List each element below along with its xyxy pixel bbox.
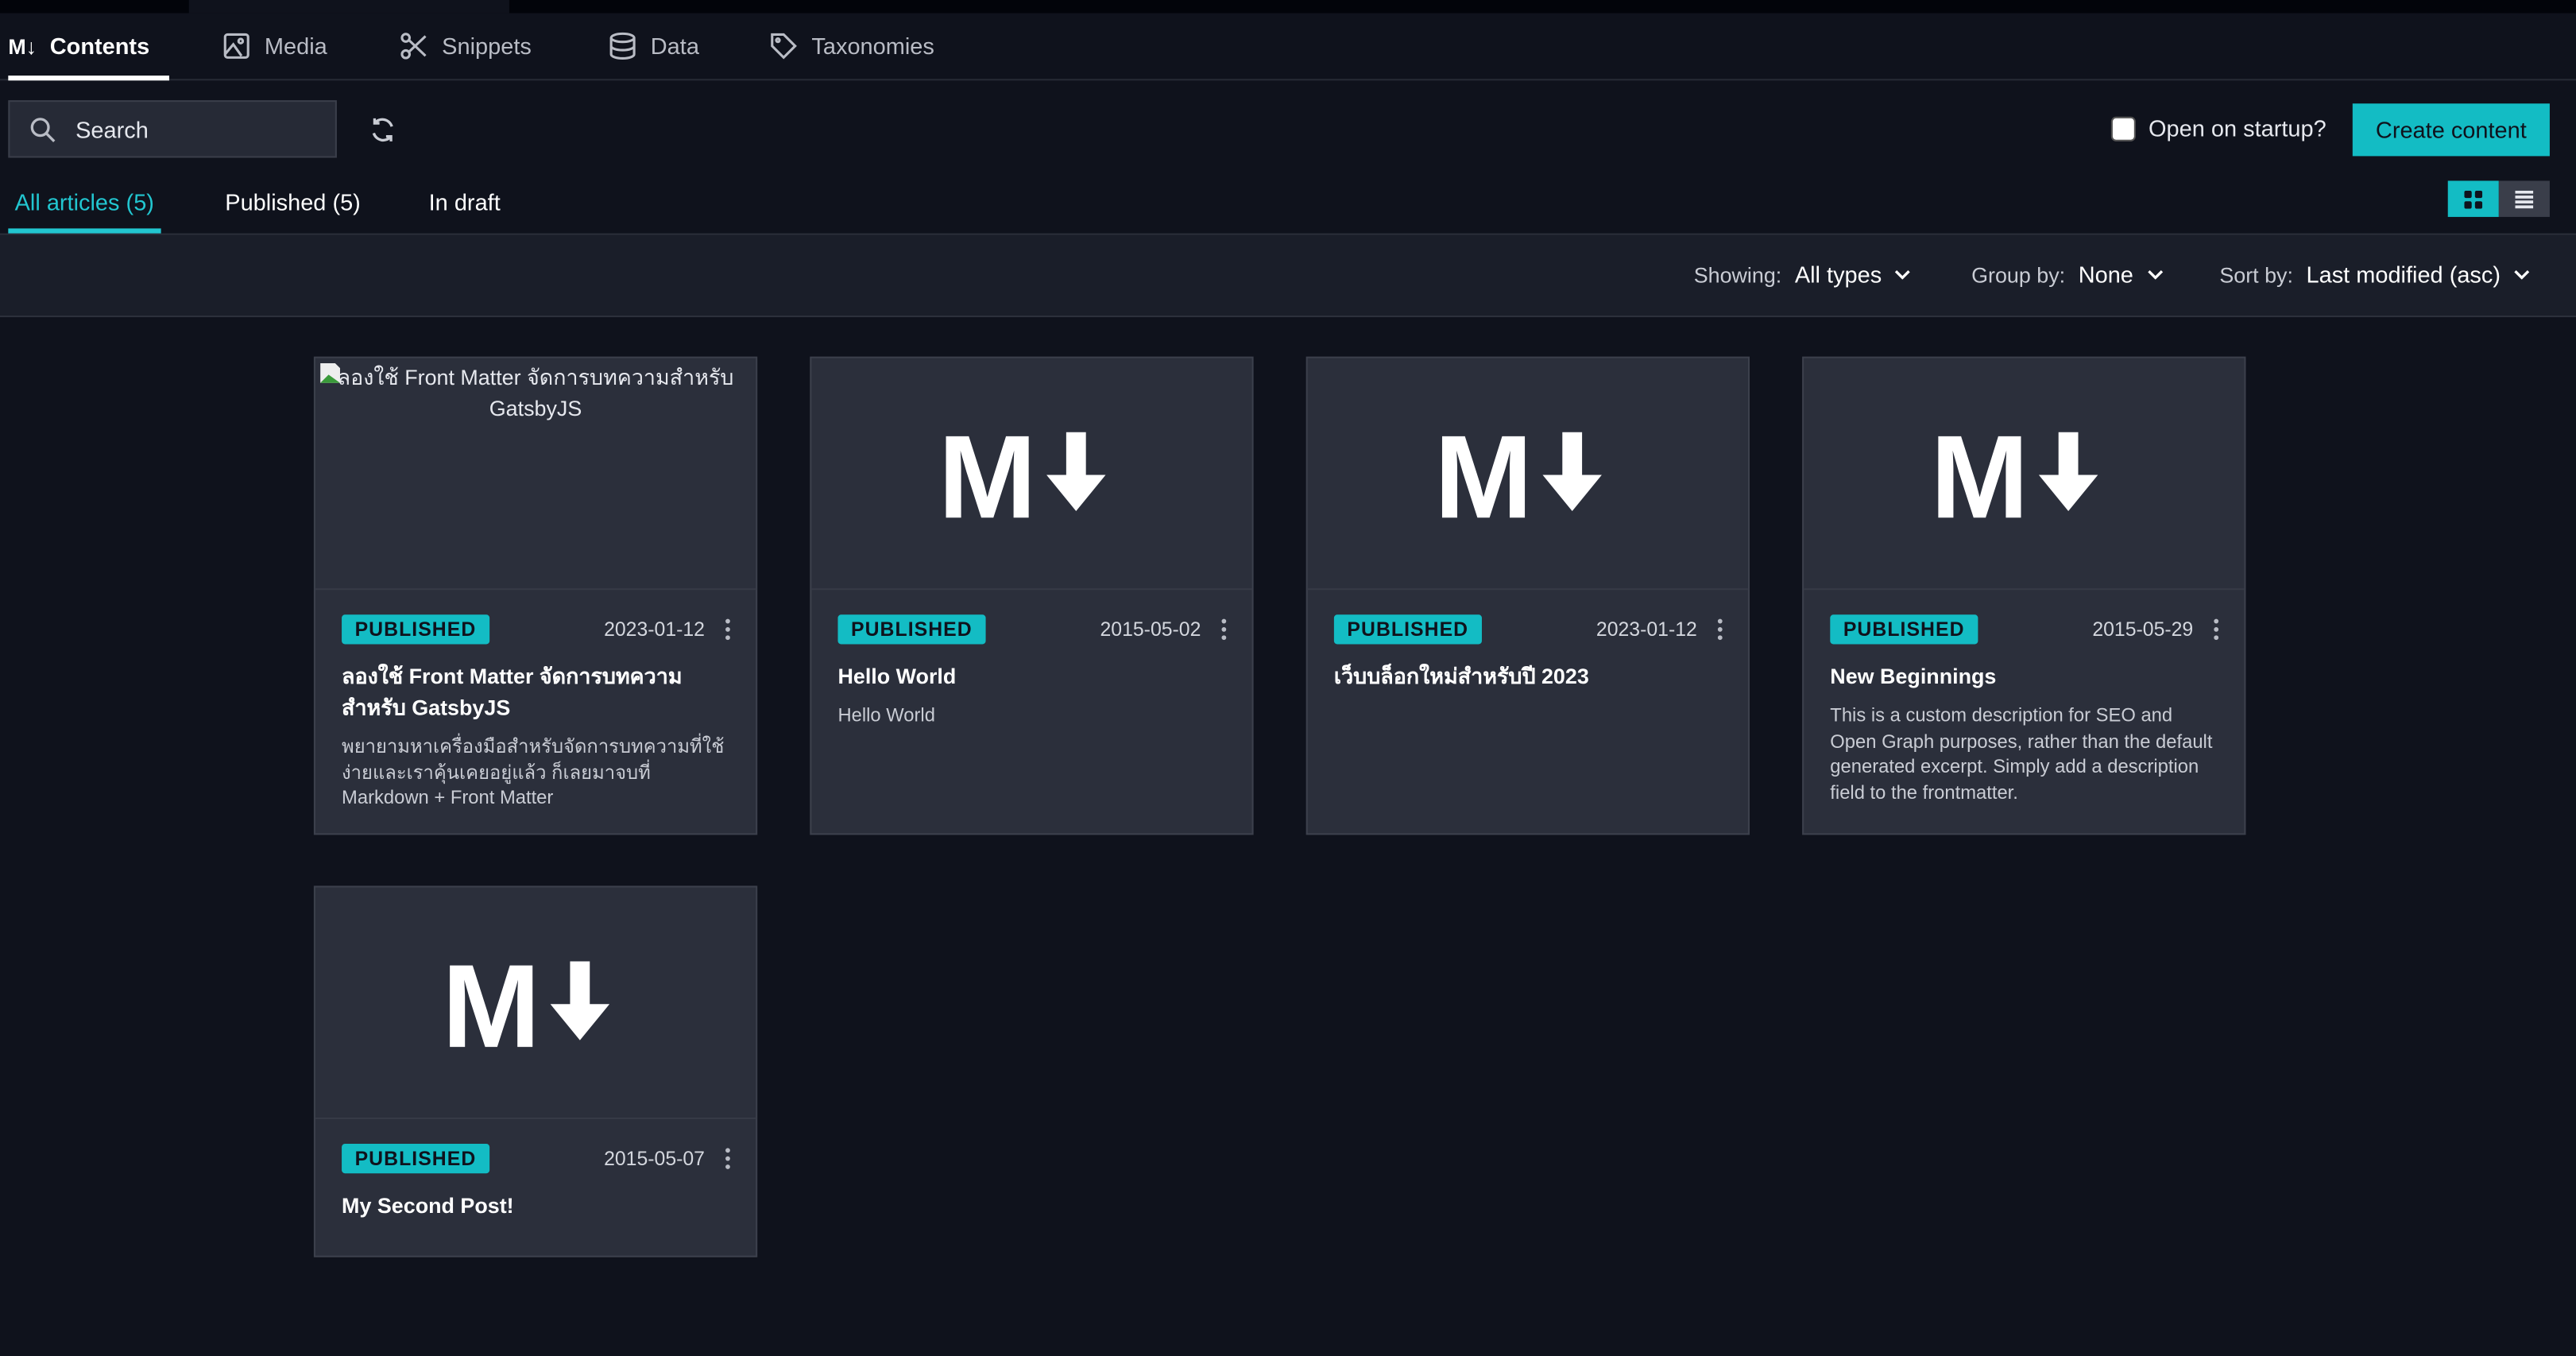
card-date: 2015-05-29 [2092, 618, 2194, 641]
grid-view-button[interactable] [2447, 180, 2499, 217]
card-thumbnail: M [1804, 358, 2245, 591]
svg-text:M: M [1930, 426, 2029, 521]
startup-checkbox[interactable] [2110, 115, 2136, 141]
markdown-icon: M [442, 955, 610, 1050]
card-thumbnail: M [315, 887, 756, 1120]
content-card[interactable]: M PUBLISHED 2015-05-02 Hello World Hello… [810, 356, 1254, 835]
card-description: Hello World [837, 707, 935, 726]
more-options-icon[interactable] [2211, 616, 2221, 642]
card-date: 2015-05-07 [604, 1147, 706, 1171]
group-label: Group by: [1971, 262, 2066, 287]
group-value: None [2078, 261, 2133, 288]
card-description: พยายามหาเครื่องมือสำหรับจัดการบทความที่ใ… [342, 738, 725, 809]
window-tab-strip [0, 0, 2576, 14]
content-card[interactable]: M PUBLISHED 2015-05-29 New Beginnings Th… [1802, 356, 2246, 835]
card-body: PUBLISHED 2015-05-02 Hello World Hello W… [811, 590, 1251, 754]
chevron-down-icon [1895, 269, 1911, 280]
grid-icon [2464, 189, 2483, 208]
card-thumbnail: M [1307, 358, 1748, 591]
main-nav: M↓ Contents Media Snippets Data Taxonomi… [0, 14, 2576, 81]
markdown-icon: M [1930, 426, 2098, 521]
card-body: PUBLISHED 2015-05-07 My Second Post! [315, 1119, 756, 1244]
more-options-icon[interactable] [723, 1145, 733, 1172]
view-toggle [2447, 180, 2550, 217]
svg-text:M: M [938, 426, 1037, 521]
card-title: Hello World [837, 664, 957, 689]
image-alt-text: ลองใช้ Front Matter จัดการบทความสำหรับ G… [337, 365, 734, 421]
card-title: ลองใช้ Front Matter จัดการบทความสำหรับ G… [342, 664, 683, 720]
svg-text:M: M [442, 955, 540, 1050]
card-body: PUBLISHED 2023-01-12 เว็บบล็อกใหม่สำหรับ… [1308, 590, 1748, 715]
search-icon [30, 117, 56, 141]
status-badge: PUBLISHED [342, 1144, 489, 1174]
tab-label: Snippets [442, 33, 532, 60]
app: M↓ Contents Media Snippets Data Taxonomi… [0, 0, 2576, 1356]
list-view-button[interactable] [2498, 180, 2550, 217]
more-options-icon[interactable] [723, 616, 733, 642]
tag-icon [771, 33, 797, 60]
tab-label: Taxonomies [811, 33, 934, 60]
tab-in-draft[interactable]: In draft [429, 189, 501, 215]
status-badge: PUBLISHED [1333, 614, 1482, 645]
more-options-icon[interactable] [1715, 616, 1725, 642]
markdown-icon: M [1434, 426, 1602, 521]
card-body: PUBLISHED 2023-01-12 ลองใช้ Front Matter… [315, 590, 756, 835]
sort-by-dropdown[interactable]: Sort by: Last modified (asc) [2219, 262, 2530, 288]
sort-value: Last modified (asc) [2306, 261, 2501, 288]
more-options-icon[interactable] [1219, 616, 1228, 642]
markdown-icon: M [938, 426, 1106, 521]
card-date: 2023-01-12 [604, 618, 706, 641]
filter-bar: Showing: All types Group by: None Sort by:… [0, 234, 2576, 318]
tab-taxonomies[interactable]: Taxonomies [769, 14, 934, 79]
chevron-down-icon [2514, 269, 2530, 280]
status-badge: PUBLISHED [837, 614, 986, 645]
showing-label: Showing: [1693, 262, 1782, 287]
showing-value: All types [1794, 261, 1882, 288]
active-window-tab[interactable] [188, 0, 509, 14]
database-icon [609, 32, 636, 60]
tab-media[interactable]: Media [222, 14, 327, 79]
svg-text:M: M [1434, 426, 1533, 521]
content-card[interactable]: M PUBLISHED 2023-01-12 เว็บบล็อกใหม่สำหร… [1305, 356, 1750, 835]
markdown-icon: M↓ [8, 33, 37, 59]
card-date: 2015-05-02 [1100, 618, 1201, 641]
card-title: My Second Post! [342, 1193, 514, 1218]
card-thumbnail: M [811, 358, 1252, 591]
card-body: PUBLISHED 2015-05-29 New Beginnings This… [1804, 590, 2244, 830]
chevron-down-icon [2147, 269, 2163, 280]
list-icon [2515, 189, 2534, 208]
tab-label: Media [264, 33, 327, 60]
tab-all-articles[interactable]: All articles (5) [8, 189, 161, 234]
card-thumbnail: ลองใช้ Front Matter จัดการบทความสำหรับ G… [315, 358, 756, 591]
status-tabs: All articles (5) Published (5) In draft [0, 177, 2576, 235]
open-on-startup[interactable]: Open on startup? [2110, 114, 2327, 141]
tab-contents[interactable]: M↓ Contents [8, 14, 170, 81]
tab-label: Contents [49, 33, 150, 60]
create-content-button[interactable]: Create content [2352, 103, 2550, 157]
scissors-icon [400, 33, 427, 60]
tab-published[interactable]: Published (5) [225, 189, 361, 215]
content-card[interactable]: M PUBLISHED 2015-05-07 My Second Post! [313, 885, 758, 1257]
tab-data[interactable]: Data [608, 14, 699, 79]
startup-label: Open on startup? [2149, 114, 2327, 141]
showing-dropdown[interactable]: Showing: All types [1694, 262, 1912, 288]
group-by-dropdown[interactable]: Group by: None [1971, 262, 2163, 288]
status-badge: PUBLISHED [1830, 614, 1978, 645]
card-date: 2023-01-12 [1595, 618, 1697, 641]
content-card[interactable]: ลองใช้ Front Matter จัดการบทความสำหรับ G… [313, 356, 758, 835]
search-box[interactable] [8, 100, 337, 158]
sort-label: Sort by: [2219, 262, 2293, 287]
image-icon [223, 33, 249, 59]
card-title: เว็บบล็อกใหม่สำหรับปี 2023 [1333, 664, 1589, 689]
tab-label: Data [650, 33, 699, 60]
card-description: This is a custom description for SEO and… [1830, 707, 2213, 804]
refresh-icon[interactable] [368, 115, 397, 145]
tab-snippets[interactable]: Snippets [399, 14, 532, 79]
search-input[interactable] [72, 114, 309, 144]
card-title: New Beginnings [1830, 664, 1997, 689]
status-badge: PUBLISHED [342, 614, 489, 645]
